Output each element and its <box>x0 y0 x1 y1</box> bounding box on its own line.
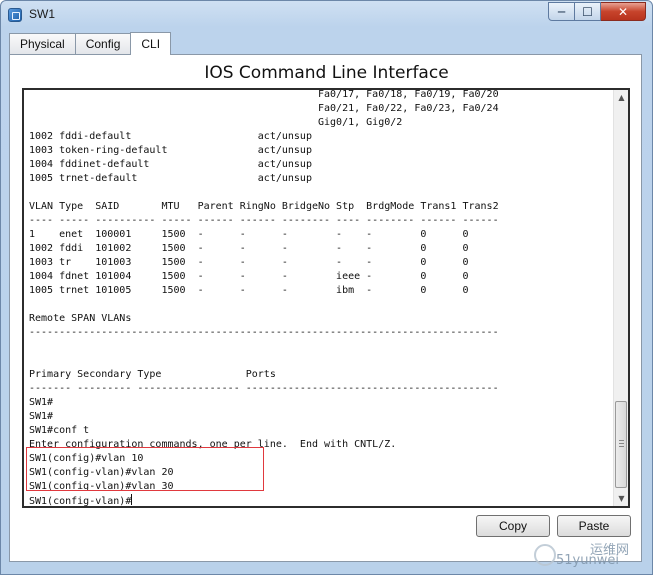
terminal-line: Fa0/17, Fa0/18, Fa0/19, Fa0/20 <box>29 89 499 100</box>
grip-icon <box>619 440 624 447</box>
terminal-output: Fa0/17, Fa0/18, Fa0/19, Fa0/20 Fa0/21, F… <box>29 89 614 507</box>
window-controls: ─ ☐ ✕ <box>548 2 646 21</box>
terminal-line: SW1(config)#vlan 10 <box>29 453 144 464</box>
scroll-up-icon[interactable]: ▲ <box>614 90 628 105</box>
copy-button[interactable]: Copy <box>476 515 550 537</box>
terminal-line: 1 enet 100001 1500 - - - - - 0 0 <box>29 229 469 240</box>
close-icon: ✕ <box>617 4 629 19</box>
terminal-line: ----------------------------------------… <box>29 327 499 338</box>
terminal-line: ---- ----- ---------- ----- ------ -----… <box>29 215 499 226</box>
terminal-line: 1002 fddi-default act/unsup <box>29 131 312 142</box>
terminal-line: SW1#conf t <box>29 425 90 436</box>
paste-button[interactable]: Paste <box>557 515 631 537</box>
maximize-button[interactable]: ☐ <box>575 2 601 21</box>
tab-config[interactable]: Config <box>74 33 132 54</box>
terminal-line: SW1# <box>29 411 54 422</box>
minimize-button[interactable]: ─ <box>548 2 575 21</box>
terminal-line: 1003 token-ring-default act/unsup <box>29 145 312 156</box>
scroll-down-icon[interactable]: ▼ <box>614 491 628 506</box>
terminal-console[interactable]: Fa0/17, Fa0/18, Fa0/19, Fa0/20 Fa0/21, F… <box>22 88 630 508</box>
terminal-line: SW1(config-vlan)#vlan 30 <box>29 481 174 492</box>
terminal-line: Gig0/1, Gig0/2 <box>29 117 403 128</box>
terminal-line: 1005 trnet 101005 1500 - - - ibm - 0 0 <box>29 285 469 296</box>
terminal-line: SW1# <box>29 397 54 408</box>
maximize-icon: ☐ <box>582 4 593 19</box>
title-bar[interactable]: SW1 ─ ☐ ✕ <box>1 1 652 29</box>
tab-bar: Physical Config CLI <box>9 32 172 55</box>
terminal-line: Primary Secondary Type Ports <box>29 369 276 380</box>
terminal-line: Fa0/21, Fa0/22, Fa0/23, Fa0/24 <box>29 103 499 114</box>
terminal-line: Remote SPAN VLANs <box>29 313 132 324</box>
text-cursor <box>131 494 133 505</box>
terminal-line: 1004 fddinet-default act/unsup <box>29 159 312 170</box>
app-window: SW1 ─ ☐ ✕ Physical Config CLI IOS Comman… <box>0 0 653 575</box>
terminal-line: 1003 tr 101003 1500 - - - - - 0 0 <box>29 257 469 268</box>
window-title: SW1 <box>29 7 56 21</box>
scrollbar-thumb[interactable] <box>615 401 627 488</box>
minimize-icon: ─ <box>557 4 566 19</box>
close-button[interactable]: ✕ <box>601 2 646 21</box>
terminal-line: Enter configuration commands, one per li… <box>29 439 397 450</box>
terminal-scrollbar[interactable]: ▲ ▼ <box>613 90 628 506</box>
terminal-line: 1004 fdnet 101004 1500 - - - ieee - 0 0 <box>29 271 469 282</box>
terminal-line: SW1(config-vlan)#vlan 20 <box>29 467 174 478</box>
tab-cli[interactable]: CLI <box>130 32 172 55</box>
terminal-prompt-line[interactable]: SW1(config-vlan)# <box>29 494 614 507</box>
terminal-line: ------- --------- ----------------- ----… <box>29 383 499 394</box>
terminal-line: VLAN Type SAID MTU Parent RingNo BridgeN… <box>29 201 499 212</box>
terminal-prompt: SW1(config-vlan)# <box>29 496 132 507</box>
cli-panel: IOS Command Line Interface Fa0/17, Fa0/1… <box>9 54 642 562</box>
terminal-line: 1005 trnet-default act/unsup <box>29 173 312 184</box>
app-icon <box>8 8 22 22</box>
terminal-line: 1002 fddi 101002 1500 - - - - - 0 0 <box>29 243 469 254</box>
page-title: IOS Command Line Interface <box>204 63 449 83</box>
tab-physical[interactable]: Physical <box>9 33 76 54</box>
